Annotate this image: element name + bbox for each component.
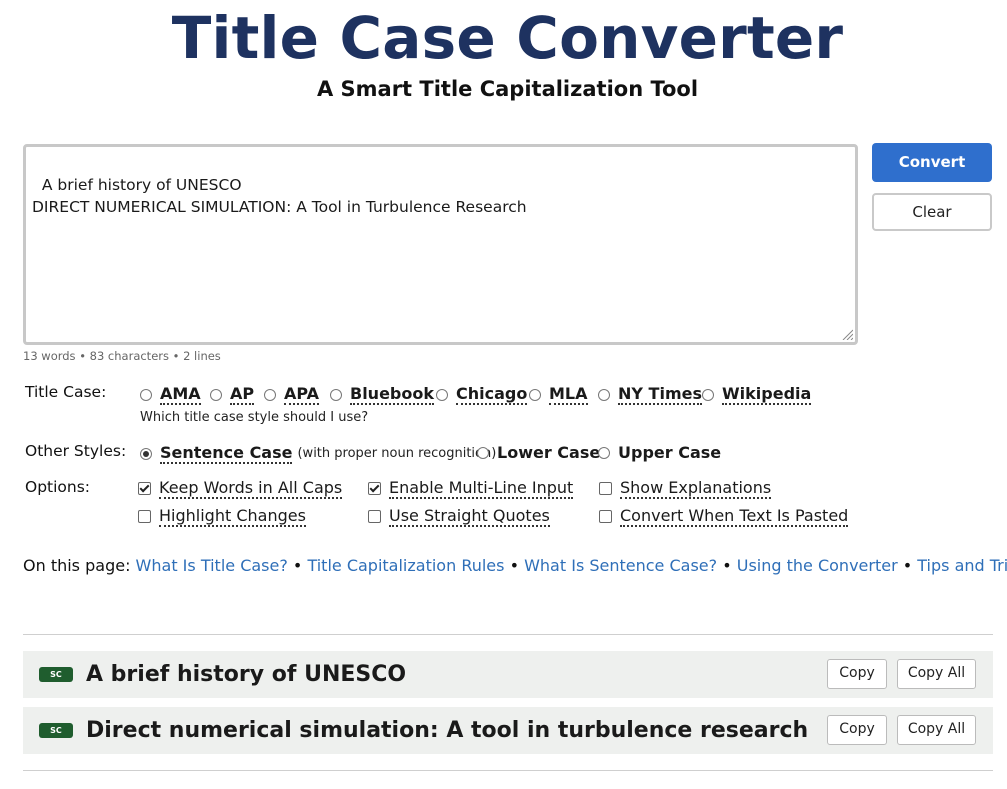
options-label: Options: <box>25 478 91 496</box>
sentence-case-badge: SC <box>39 723 73 738</box>
page-subtitle: A Smart Title Capitalization Tool <box>316 77 699 101</box>
radio-bluebook-control[interactable] <box>330 388 342 401</box>
checkbox-show-explanations-label: Show Explanations <box>620 478 772 499</box>
radio-wikipedia[interactable]: Wikipedia <box>702 384 812 405</box>
radio-ama-label: AMA <box>160 384 201 405</box>
divider <box>23 634 993 635</box>
checkbox-multi-line-control[interactable] <box>368 482 381 495</box>
radio-apa[interactable]: APA <box>264 384 320 405</box>
checkbox-keep-all-caps[interactable]: Keep Words in All Caps <box>138 478 343 499</box>
divider <box>23 770 993 771</box>
copy-all-button[interactable]: Copy All <box>897 659 976 689</box>
radio-lower-case-label: Lower Case <box>497 443 601 462</box>
nav-separator: • <box>504 556 525 575</box>
radio-wikipedia-control[interactable] <box>702 388 714 401</box>
radio-upper-case[interactable]: Upper Case <box>598 443 721 462</box>
checkbox-keep-all-caps-control[interactable] <box>138 482 151 495</box>
link-using-the-converter[interactable]: Using the Converter <box>737 556 898 575</box>
resize-grip-icon[interactable] <box>841 328 853 340</box>
on-this-page-label: On this page: <box>23 556 131 575</box>
other-styles-label: Other Styles: <box>25 442 127 460</box>
checkbox-convert-on-paste-label: Convert When Text Is Pasted <box>620 506 849 527</box>
checkbox-multi-line[interactable]: Enable Multi-Line Input <box>368 478 574 499</box>
copy-button[interactable]: Copy <box>827 715 887 745</box>
result-row: SC A brief history of UNESCO Copy Copy A… <box>23 651 993 698</box>
result-text: A brief history of UNESCO <box>86 662 407 687</box>
copy-all-button[interactable]: Copy All <box>897 715 976 745</box>
on-this-page-nav: On this page: What Is Title Case? • Titl… <box>23 556 1007 575</box>
copy-button[interactable]: Copy <box>827 659 887 689</box>
checkbox-straight-quotes[interactable]: Use Straight Quotes <box>368 506 550 527</box>
radio-mla[interactable]: MLA <box>529 384 588 405</box>
checkbox-keep-all-caps-label: Keep Words in All Caps <box>159 478 343 499</box>
radio-upper-case-control[interactable] <box>598 446 610 459</box>
radio-ama-control[interactable] <box>140 388 152 401</box>
radio-apa-label: APA <box>284 384 320 405</box>
sentence-case-hint: (with proper noun recognition) <box>297 446 497 461</box>
radio-ama[interactable]: AMA <box>140 384 201 405</box>
radio-nytimes-control[interactable] <box>598 388 610 401</box>
checkbox-convert-on-paste-control[interactable] <box>599 510 612 523</box>
radio-sentence-case-label: Sentence Case <box>160 443 293 464</box>
radio-mla-control[interactable] <box>529 388 541 401</box>
link-what-is-title-case[interactable]: What Is Title Case? <box>136 556 288 575</box>
checkbox-straight-quotes-control[interactable] <box>368 510 381 523</box>
checkbox-highlight-changes-label: Highlight Changes <box>159 506 306 527</box>
clear-button[interactable]: Clear <box>872 193 992 231</box>
radio-ap[interactable]: AP <box>210 384 255 405</box>
checkbox-highlight-changes[interactable]: Highlight Changes <box>138 506 306 527</box>
text-input[interactable]: A brief history of UNESCO DIRECT NUMERIC… <box>23 144 858 345</box>
radio-sentence-case-control[interactable] <box>140 447 152 460</box>
radio-chicago-label: Chicago <box>456 384 528 405</box>
title-case-label: Title Case: <box>25 383 107 401</box>
radio-sentence-case[interactable]: Sentence Case (with proper noun recognit… <box>140 443 496 464</box>
radio-ap-control[interactable] <box>210 388 222 401</box>
checkbox-show-explanations[interactable]: Show Explanations <box>599 478 772 499</box>
checkbox-show-explanations-control[interactable] <box>599 482 612 495</box>
page-title: Title Case Converter <box>171 4 844 72</box>
nav-separator: • <box>717 556 737 575</box>
result-text: Direct numerical simulation: A tool in t… <box>86 718 809 743</box>
radio-lower-case[interactable]: Lower Case <box>477 443 600 462</box>
radio-chicago[interactable]: Chicago <box>436 384 528 405</box>
text-input-value: A brief history of UNESCO DIRECT NUMERIC… <box>32 176 527 216</box>
result-row: SC Direct numerical simulation: A tool i… <box>23 707 993 754</box>
style-help-link[interactable]: Which title case style should I use? <box>140 410 368 425</box>
nav-separator: • <box>897 556 918 575</box>
radio-upper-case-label: Upper Case <box>618 443 722 462</box>
checkbox-highlight-changes-control[interactable] <box>138 510 151 523</box>
radio-bluebook[interactable]: Bluebook <box>330 384 434 405</box>
radio-bluebook-label: Bluebook <box>350 384 434 405</box>
text-stats: 13 words • 83 characters • 2 lines <box>23 349 221 363</box>
checkbox-convert-on-paste[interactable]: Convert When Text Is Pasted <box>599 506 849 527</box>
radio-nytimes[interactable]: NY Times <box>598 384 702 405</box>
radio-apa-control[interactable] <box>264 388 276 401</box>
link-what-is-sentence-case[interactable]: What Is Sentence Case? <box>524 556 717 575</box>
radio-lower-case-control[interactable] <box>477 446 489 459</box>
nav-separator: • <box>287 556 308 575</box>
link-title-capitalization-rules[interactable]: Title Capitalization Rules <box>307 556 504 575</box>
radio-nytimes-label: NY Times <box>618 384 702 405</box>
checkbox-multi-line-label: Enable Multi-Line Input <box>389 478 574 499</box>
radio-mla-label: MLA <box>549 384 588 405</box>
radio-chicago-control[interactable] <box>436 388 448 401</box>
link-tips-and-tricks[interactable]: Tips and Tricks <box>917 556 1007 575</box>
sentence-case-badge: SC <box>39 667 73 682</box>
radio-ap-label: AP <box>230 384 255 405</box>
radio-wikipedia-label: Wikipedia <box>722 384 812 405</box>
checkbox-straight-quotes-label: Use Straight Quotes <box>389 506 550 527</box>
convert-button[interactable]: Convert <box>872 143 992 182</box>
